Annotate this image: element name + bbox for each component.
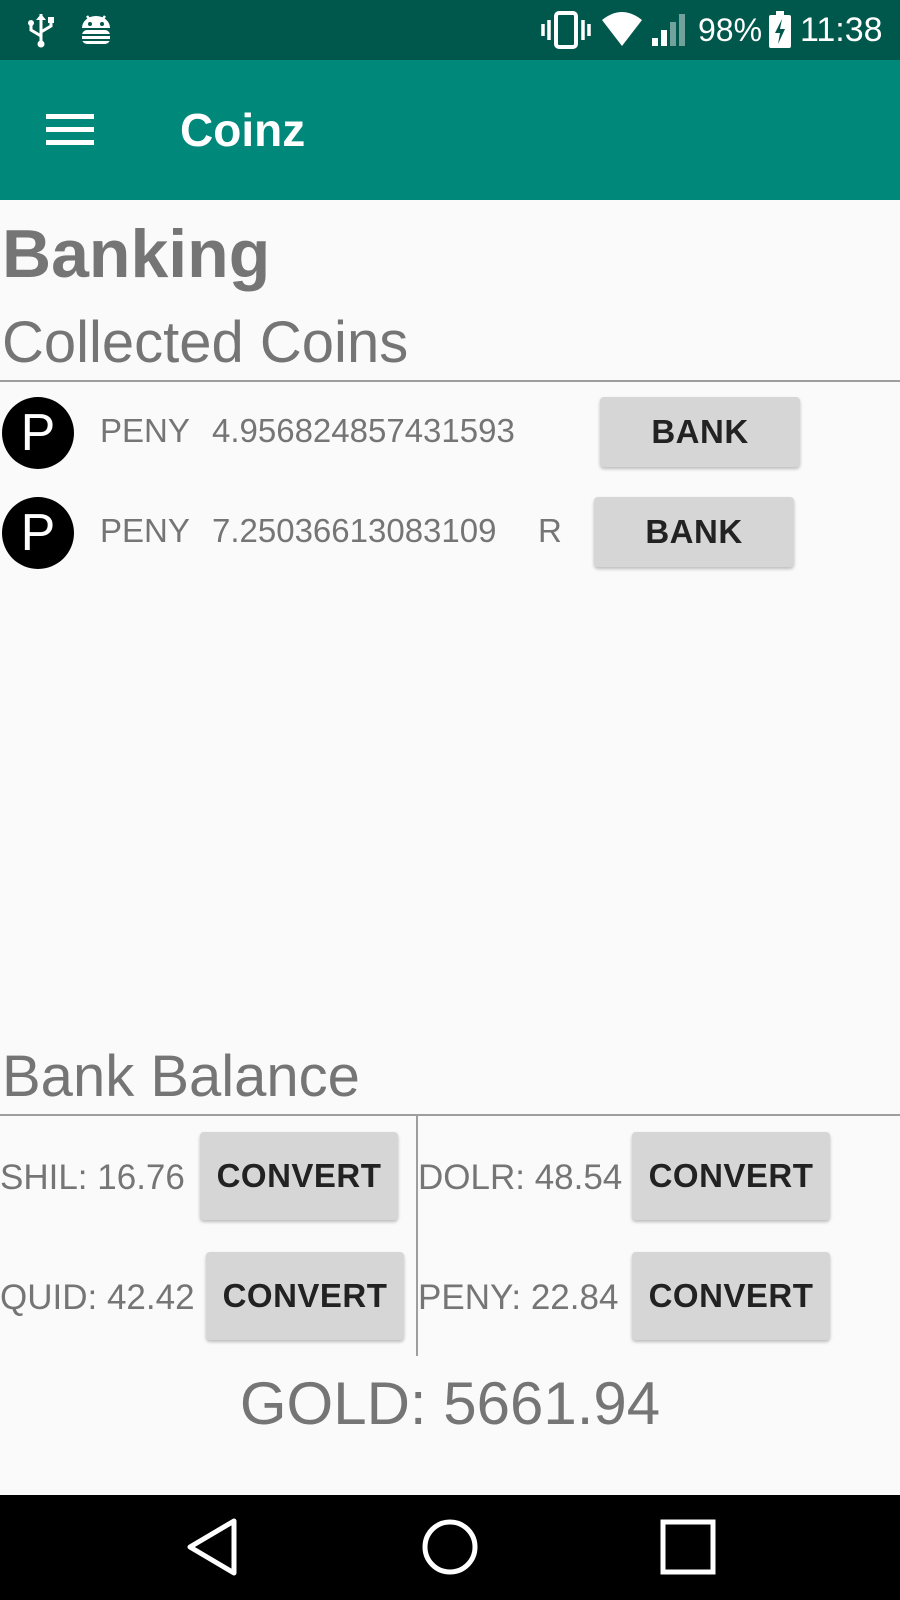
status-bar: 98% 11:38 (0, 0, 900, 60)
list-item: P PENY 7.25036613083109 R BANK (0, 494, 900, 574)
balance-shil: SHIL: 16.76 (0, 1158, 185, 1197)
convert-button[interactable]: CONVERT (632, 1252, 830, 1340)
recents-icon[interactable] (660, 1519, 716, 1575)
coin-value: 7.25036613083109 (212, 512, 497, 549)
app-bar: Coinz (0, 60, 900, 200)
coin-icon: P (2, 397, 74, 469)
android-debug-icon (82, 15, 110, 44)
page-title: Banking (2, 216, 271, 292)
coin-flag: R (538, 512, 562, 549)
vibrate-icon (541, 11, 591, 49)
coin-value: 4.956824857431593 (212, 412, 515, 449)
bank-balance-title: Bank Balance (2, 1044, 360, 1109)
coin-icon: P (2, 497, 74, 569)
vertical-divider (416, 1116, 418, 1356)
hamburger-menu-icon[interactable] (34, 98, 106, 162)
signal-icon (652, 14, 685, 46)
balance-peny: PENY: 22.84 (418, 1278, 619, 1317)
navigation-bar (0, 1495, 900, 1600)
coin-currency: PENY (100, 512, 190, 549)
battery-charging-icon (769, 11, 791, 48)
wifi-icon (602, 12, 642, 46)
battery-percent: 98% (698, 12, 763, 48)
convert-button[interactable]: CONVERT (206, 1252, 404, 1340)
collected-coins-title: Collected Coins (2, 310, 409, 375)
bank-button[interactable]: BANK (594, 497, 794, 567)
app-title: Coinz (180, 104, 306, 156)
balance-quid: QUID: 42.42 (0, 1278, 195, 1317)
divider (0, 1114, 900, 1116)
list-item: P PENY 4.956824857431593 BANK (0, 394, 900, 474)
home-icon[interactable] (420, 1517, 480, 1577)
bank-button[interactable]: BANK (600, 397, 800, 467)
back-icon[interactable] (184, 1517, 240, 1577)
convert-button[interactable]: CONVERT (200, 1132, 398, 1220)
divider (0, 380, 900, 382)
gold-balance: GOLD: 5661.94 (239, 1370, 661, 1437)
balance-dolr: DOLR: 48.54 (418, 1158, 623, 1197)
convert-button[interactable]: CONVERT (632, 1132, 830, 1220)
clock: 11:38 (800, 11, 883, 49)
coin-currency: PENY (100, 412, 190, 449)
usb-icon (28, 14, 54, 48)
